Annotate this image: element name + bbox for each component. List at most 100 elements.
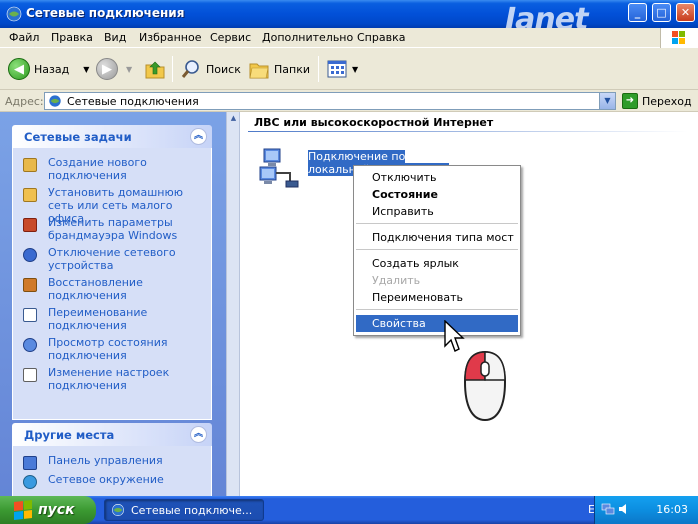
back-button[interactable]: ◀ Назад ▼ [8,56,89,82]
other-places-title: Другие места [24,428,115,442]
task-label: Переименование подключения [48,306,148,332]
forward-button[interactable]: ▶ ▼ [96,56,132,82]
task-change-settings[interactable]: Изменение настроек подключения [13,366,211,396]
start-label: пуск [38,502,75,518]
close-button[interactable]: ✕ [676,3,695,22]
lan-connection-icon[interactable] [258,145,306,193]
toolbar: ◀ Назад ▼ ▶ ▼ Поиск Папки ▼ [0,48,698,90]
task-pane: Сетевые задачи ︽ Создание нового подключ… [0,112,226,496]
start-button[interactable]: пуск [0,496,96,524]
search-icon [181,60,199,78]
forward-dropdown-icon[interactable]: ▼ [126,65,132,74]
menu-item-delete: Удалить [372,274,421,287]
group-divider [248,131,688,132]
views-dropdown-icon[interactable]: ▼ [352,65,358,74]
task-view-status[interactable]: Просмотр состояния подключения [13,336,211,366]
network-folder-icon [49,95,61,107]
task-label: Изменить параметры брандмауэра Windows [48,216,178,242]
up-folder-icon [145,61,165,79]
other-places-header[interactable]: Другие места ︽ [12,423,212,446]
go-button[interactable]: ➜ Переход [622,92,692,110]
forward-arrow-icon: ▶ [96,58,118,80]
rename-icon [23,308,37,322]
firewall-icon [23,218,37,232]
address-label: Адрес: [5,95,44,108]
place-network-neighborhood[interactable]: Сетевое окружение [13,473,211,492]
repair-icon [23,278,37,292]
tray-volume-icon[interactable] [617,502,631,516]
network-neighborhood-icon [23,475,37,489]
task-home-network[interactable]: Установить домашнюю сеть или сеть малого… [13,186,211,225]
other-places-body: Панель управления Сетевое окружение [12,446,212,496]
menu-favorites[interactable]: Избранное [139,31,201,44]
task-firewall[interactable]: Изменить параметры брандмауэра Windows [13,216,211,246]
folders-button[interactable]: Папки [248,56,310,82]
tray-network-icon[interactable] [601,502,615,516]
menu-separator [356,249,518,250]
network-connections-icon [112,504,124,516]
task-label: Создание нового подключения [48,156,147,182]
scroll-up-icon[interactable]: ▲ [228,114,239,128]
minimize-button[interactable]: _ [628,3,647,22]
disable-device-icon [23,248,37,262]
task-rename[interactable]: Переименование подключения [13,306,211,336]
menu-item-status[interactable]: Состояние [356,186,518,203]
menu-separator [356,309,518,310]
menu-bar: Файл Правка Вид Избранное Сервис Дополни… [0,28,698,48]
menu-advanced[interactable]: Дополнительно [262,31,353,44]
clock[interactable]: 16:03 [656,503,688,516]
other-places-panel: Другие места ︽ Панель управления Сетевое… [12,423,212,496]
views-icon [327,60,347,78]
home-network-icon [23,188,37,202]
menu-edit[interactable]: Правка [51,31,93,44]
maximize-button[interactable]: □ [652,3,671,22]
toolbar-separator [318,56,319,82]
menu-item-bridge[interactable]: Подключения типа мост [356,229,518,246]
address-bar: Адрес: Сетевые подключения ▼ ➜ Переход [0,90,698,112]
menu-item-disconnect[interactable]: Отключить [356,169,518,186]
address-input[interactable]: Сетевые подключения ▼ [44,92,616,110]
back-label: Назад [34,62,70,76]
task-label: Восстановление подключения [48,276,143,302]
folders-icon [249,63,269,79]
menu-item-create-shortcut[interactable]: Создать ярлык [356,255,518,272]
menu-view[interactable]: Вид [104,31,126,44]
taskbar-window-button[interactable]: Сетевые подключе... [104,499,264,521]
menu-item-properties[interactable]: Свойства [356,315,518,332]
pane-divider[interactable]: ▲ [226,112,240,496]
task-create-connection[interactable]: Создание нового подключения [13,156,211,186]
back-arrow-icon: ◀ [8,58,30,80]
group-header: ЛВС или высокоскоростной Интернет [254,116,494,129]
place-control-panel[interactable]: Панель управления [13,454,211,473]
title-bar[interactable]: Сетевые подключения Ianet _ □ ✕ [0,0,698,37]
menu-help[interactable]: Справка [357,31,405,44]
windows-logo [660,28,698,48]
place-label: Сетевое окружение [48,473,164,486]
go-arrow-icon: ➜ [622,93,638,109]
up-folder-button[interactable] [144,56,166,82]
search-button[interactable]: Поиск [180,56,241,82]
network-tasks-header[interactable]: Сетевые задачи ︽ [12,125,212,148]
toolbar-separator [172,56,173,82]
task-disable-device[interactable]: Отключение сетевого устройства [13,246,211,276]
status-icon [23,338,37,352]
mouse-cursor-icon [444,320,465,352]
task-repair[interactable]: Восстановление подключения [13,276,211,306]
menu-item-rename[interactable]: Переименовать [356,289,518,306]
menu-item-repair[interactable]: Исправить [356,203,518,220]
task-label: Отключение сетевого устройства [48,246,176,272]
menu-file[interactable]: Файл [9,31,39,44]
back-dropdown-icon[interactable]: ▼ [83,65,89,74]
collapse-chevron-icon[interactable]: ︽ [190,128,207,145]
address-dropdown-icon[interactable]: ▼ [599,93,615,109]
task-label: Изменение настроек подключения [48,366,170,392]
network-tasks-title: Сетевые задачи [24,130,132,144]
settings-icon [23,368,37,382]
folders-label: Папки [274,62,310,76]
right-click-mouse-icon [463,350,507,422]
place-label: Панель управления [48,454,163,467]
views-button[interactable]: ▼ [326,56,358,82]
menu-service[interactable]: Сервис [210,31,251,44]
collapse-chevron-icon[interactable]: ︽ [190,426,207,443]
control-panel-icon [23,456,37,470]
